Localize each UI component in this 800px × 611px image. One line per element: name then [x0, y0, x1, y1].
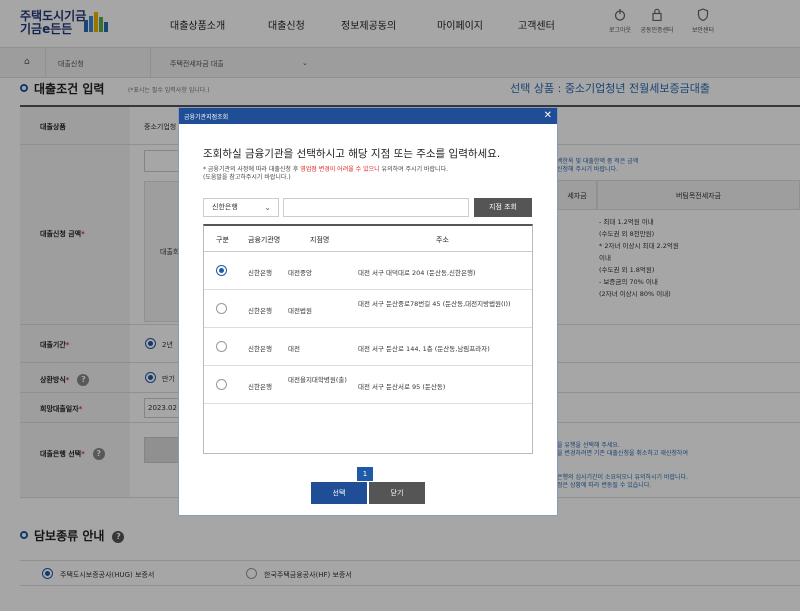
branch-radio[interactable]: [216, 341, 227, 352]
branch-address: 대전 서구 둔산서로 95 (둔산동): [358, 383, 446, 391]
branch-name: 대전: [288, 345, 300, 353]
branch-address: 대전 서구 대덕대로 204 (둔산동,신한은행): [358, 269, 476, 277]
modal-heading: 조회하실 금융기관을 선택하시고 해당 지점 또는 주소를 입력하세요.: [203, 148, 501, 160]
note-text: 유의하여 주시기 바랍니다.: [379, 166, 448, 173]
branch-address: 대전 서구 둔산중로78번길 45 (둔산동,대전지방법원(I)): [358, 300, 511, 308]
branch-list-header: 구분 금융기관명 지점명 주소: [204, 226, 532, 252]
branch-bank: 신한은행: [248, 269, 272, 277]
modal-note-line1: * 금융기관의 사정에 따라 대출신청 후 영업점 변경이 어려울 수 있으니 …: [203, 166, 448, 174]
branch-search-button[interactable]: 지점 조회: [474, 198, 532, 217]
branch-radio[interactable]: [216, 379, 227, 390]
branch-bank: 신한은행: [248, 307, 272, 315]
branch-radio[interactable]: [216, 303, 227, 314]
branch-name: 대전을지대학병원(출): [288, 376, 347, 384]
bank-select[interactable]: 신한은행 ⌄: [203, 198, 279, 217]
branch-search-input[interactable]: [283, 198, 469, 217]
select-button[interactable]: 선택: [311, 482, 367, 504]
branch-search-modal: 금융기관지점조회 ✕ 조회하실 금융기관을 선택하시고 해당 지점 또는 주소를…: [178, 107, 558, 516]
col-branch: 지점명: [310, 236, 330, 244]
branch-name: 대전법원: [288, 307, 312, 315]
modal-note-line2: (도움말을 참고하주시기 바랍니다.): [203, 174, 291, 181]
modal-title: 금융기관지점조회: [184, 114, 229, 121]
branch-row[interactable]: 신한은행 대전 대전 서구 둔산로 144, 1층 (둔산동,남림프라자): [204, 328, 532, 366]
branch-row[interactable]: 신한은행 대전중앙 대전 서구 대덕대로 204 (둔산동,신한은행): [204, 252, 532, 290]
branch-row[interactable]: 신한은행 대전을지대학병원(출) 대전 서구 둔산서로 95 (둔산동): [204, 366, 532, 404]
modal-titlebar: 금융기관지점조회 ✕: [179, 108, 557, 124]
note-warning-text: 영업점 변경이 어려울 수 있으니: [300, 166, 380, 173]
branch-row[interactable]: 신한은행 대전법원 대전 서구 둔산중로78번길 45 (둔산동,대전지방법원(…: [204, 290, 532, 328]
col-select: 구분: [216, 236, 229, 244]
chevron-down-icon: ⌄: [264, 203, 271, 212]
close-icon[interactable]: ✕: [544, 110, 552, 121]
branch-list: 구분 금융기관명 지점명 주소 신한은행 대전중앙 대전 서구 대덕대로 204…: [203, 224, 533, 454]
branch-bank: 신한은행: [248, 383, 272, 391]
col-bank: 금융기관명: [248, 236, 281, 244]
pagination-current-page[interactable]: 1: [357, 467, 373, 481]
close-button[interactable]: 닫기: [369, 482, 425, 504]
branch-name: 대전중앙: [288, 269, 312, 277]
note-text: * 금융기관의 사정에 따라 대출신청 후: [203, 166, 301, 173]
branch-radio[interactable]: [216, 265, 227, 276]
branch-address: 대전 서구 둔산로 144, 1층 (둔산동,남림프라자): [358, 345, 490, 353]
modal-note: * 금융기관의 사정에 따라 대출신청 후 영업점 변경이 어려울 수 있으니 …: [203, 166, 448, 182]
col-address: 주소: [436, 236, 449, 244]
branch-bank: 신한은행: [248, 345, 272, 353]
bank-select-value: 신한은행: [212, 203, 238, 211]
